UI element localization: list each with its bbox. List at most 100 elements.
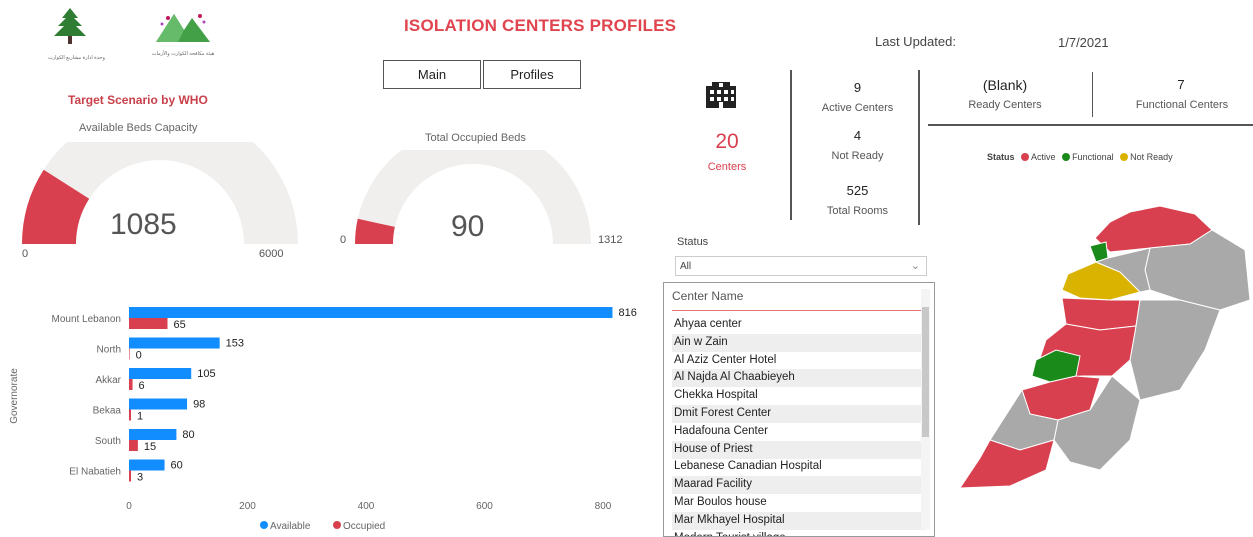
available-beds-max: 6000 <box>259 248 284 260</box>
map-legend: Status Active Functional Not Ready <box>987 152 1173 162</box>
main-button[interactable]: Main <box>383 60 481 89</box>
category-label: El Nabatieh <box>69 467 121 478</box>
legend-dot-functional <box>1062 153 1071 161</box>
occupied-value-label: 15 <box>144 441 156 453</box>
last-updated-label: Last Updated: <box>875 34 956 49</box>
drm-logo: هيئة مكافحة الكوارث والأزمات <box>148 8 218 58</box>
center-list-item[interactable]: Al Aziz Center Hotel <box>672 352 926 370</box>
occupied-value-label: 6 <box>139 380 145 392</box>
occupied-beds-max: 1312 <box>598 234 623 246</box>
occupied-bar[interactable] <box>129 470 131 482</box>
center-list-item[interactable]: Maarad Facility <box>672 476 926 495</box>
not-ready-label: Not Ready <box>831 150 884 162</box>
available-bar[interactable] <box>129 368 192 379</box>
total-rooms-label: Total Rooms <box>826 205 889 217</box>
available-bar[interactable] <box>129 429 177 440</box>
center-list-item[interactable]: Mar Boulos house <box>672 494 926 512</box>
governorate-bar-chart: Mount Lebanon81665North1530Akkar1056Beka… <box>9 307 637 532</box>
active-centers-count: 9 <box>853 80 862 95</box>
chevron-down-icon: ⌄ <box>910 260 920 272</box>
status-dropdown-value: All <box>680 261 692 272</box>
available-value-label: 105 <box>197 368 215 380</box>
occupied-bar[interactable] <box>129 318 168 329</box>
center-list-item[interactable]: Modern Tourist village <box>672 530 926 536</box>
legend-dot-not-ready <box>1120 153 1129 161</box>
center-list-item[interactable]: Ahyaa center <box>672 316 926 334</box>
legend-occupied-dot <box>333 521 341 529</box>
last-updated-date: 1/7/2021 <box>1058 35 1109 50</box>
available-bar[interactable] <box>129 337 220 349</box>
legend-dot-active <box>1021 153 1030 161</box>
center-list-item[interactable]: Al Najda Al Chaabieyeh <box>672 369 926 388</box>
center-list-item[interactable]: Hadafouna Center <box>672 423 926 441</box>
legend-active-label: Active <box>1031 152 1056 162</box>
occupied-bar[interactable] <box>129 440 138 451</box>
x-tick-label: 800 <box>595 501 612 512</box>
occupied-value-label: 65 <box>174 319 186 331</box>
category-label: Bekaa <box>93 406 122 417</box>
x-tick-label: 600 <box>476 501 493 512</box>
available-value-label: 816 <box>618 307 636 319</box>
x-tick-label: 400 <box>358 501 375 512</box>
map-legend-title: Status <box>987 152 1015 162</box>
available-value-label: 60 <box>171 460 183 472</box>
occupied-bar[interactable] <box>129 409 131 421</box>
legend-not-ready-label: Not Ready <box>1130 152 1173 162</box>
kpi-divider <box>1092 72 1093 117</box>
available-value-label: 153 <box>226 338 244 350</box>
available-bar[interactable] <box>129 459 165 471</box>
legend-available-dot <box>260 521 268 529</box>
scroll-thumb[interactable] <box>922 307 929 437</box>
center-list-item[interactable]: Chekka Hospital <box>672 387 926 405</box>
centers-label: Centers <box>707 161 747 173</box>
category-label: South <box>95 436 121 447</box>
occupied-beds-label: Total Occupied Beds <box>425 132 526 144</box>
legend-occupied-label: Occupied <box>343 521 385 532</box>
building-icon <box>706 82 736 108</box>
legend-functional-label: Functional <box>1072 152 1114 162</box>
profiles-button[interactable]: Profiles <box>483 60 581 89</box>
center-list-item[interactable]: Dmit Forest Center <box>672 405 926 423</box>
occupied-beds-value: 90 <box>451 210 485 243</box>
functional-centers-count: 7 <box>1177 77 1185 92</box>
center-list-item[interactable]: Mar Mkhayel Hospital <box>672 511 926 530</box>
y-axis-label: Governorate <box>9 368 20 424</box>
center-name-slicer[interactable]: Center Name Ahyaa center Ain w Zain Al Azi… <box>663 282 935 537</box>
status-dropdown[interactable]: All ⌄ <box>675 256 927 276</box>
kpi-divider <box>918 70 920 225</box>
active-centers-label: Active Centers <box>821 102 894 114</box>
cedar-logo: وحدة ادارة مشاريع الكوارث <box>48 6 105 61</box>
center-list-item[interactable]: Lebanese Canadian Hospital <box>672 458 926 476</box>
occupied-value-label: 1 <box>137 411 143 423</box>
occupied-bar[interactable] <box>129 379 133 390</box>
not-ready-count: 4 <box>853 128 862 143</box>
available-bar[interactable] <box>129 398 188 410</box>
cedar-tree-icon <box>54 8 86 44</box>
occupied-bar[interactable] <box>129 348 130 360</box>
available-beds-label: Available Beds Capacity <box>79 122 198 134</box>
legend-available-label: Available <box>270 521 311 532</box>
lebanon-map[interactable] <box>950 200 1250 500</box>
center-list-item[interactable]: Ain w Zain <box>672 333 926 352</box>
x-tick-label: 0 <box>126 501 132 512</box>
occupied-beds-min: 0 <box>340 234 347 246</box>
map-region-bekaa-gray <box>1129 299 1221 401</box>
total-rooms-count: 525 <box>846 183 869 198</box>
occupied-value-label: 0 <box>136 350 142 362</box>
target-scenario-title: Target Scenario by WHO <box>68 93 208 107</box>
available-value-label: 98 <box>193 399 205 411</box>
functional-centers-label: Functional Centers <box>1135 99 1229 111</box>
ready-centers-value: (Blank) <box>982 77 1028 93</box>
logo1-caption: وحدة ادارة مشاريع الكوارث <box>48 55 105 61</box>
category-label: North <box>97 345 121 356</box>
occupied-value-label: 3 <box>137 472 143 484</box>
kpi-horizontal-divider <box>928 124 1253 126</box>
category-label: Mount Lebanon <box>51 314 121 325</box>
center-name-header[interactable]: Center Name <box>672 289 922 311</box>
center-list-scrollbar[interactable] <box>921 289 930 529</box>
center-list-item[interactable]: House of Priest <box>672 440 926 459</box>
available-bar[interactable] <box>129 307 613 318</box>
kpi-divider <box>790 70 792 220</box>
x-tick-label: 200 <box>239 501 256 512</box>
drm-emblem-icon <box>156 14 210 42</box>
